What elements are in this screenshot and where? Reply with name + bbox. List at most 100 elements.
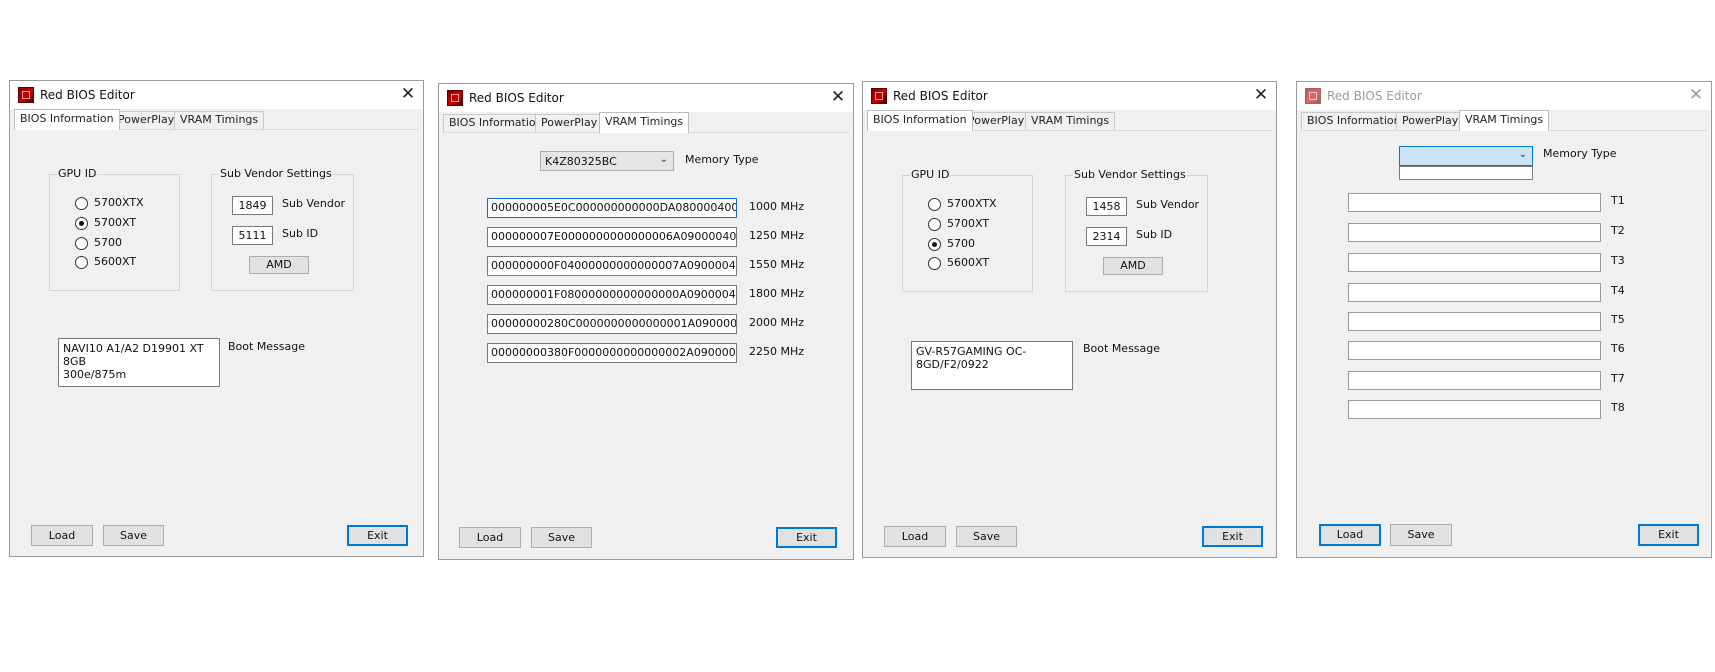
tab-bios-information[interactable]: BIOS Information (14, 109, 120, 130)
close-icon[interactable]: ✕ (1681, 82, 1711, 110)
tab-powerplay[interactable]: PowerPlay (535, 114, 604, 132)
radio-label: 5700 (947, 237, 975, 250)
radio-indicator (928, 198, 941, 211)
timing-t4-input[interactable] (1348, 283, 1601, 302)
save-button[interactable]: Save (531, 527, 592, 548)
timing-t3-label: T3 (1611, 254, 1625, 267)
load-button[interactable]: Load (459, 527, 521, 548)
timing-2250mhz-label: 2250 MHz (749, 345, 805, 358)
radio-indicator (928, 257, 941, 270)
tab-bios-information[interactable]: BIOS Information (867, 110, 973, 131)
sub-vendor-group: Sub Vendor Settings 1458 Sub Vendor 2314… (1065, 168, 1208, 292)
window-title: Red BIOS Editor (1327, 89, 1422, 103)
load-button[interactable]: Load (1319, 524, 1381, 546)
title-bar[interactable]: Red BIOS Editor ✕ (439, 84, 853, 112)
memory-type-dropdown[interactable]: ⌄ (1399, 146, 1533, 166)
memory-type-value: K4Z80325BC (545, 155, 617, 168)
timing-1000mhz-label: 1000 MHz (749, 200, 805, 213)
close-icon[interactable]: ✕ (1246, 82, 1276, 110)
close-icon[interactable]: ✕ (393, 81, 423, 109)
sub-id-label: Sub ID (282, 227, 319, 240)
sub-vendor-group: Sub Vendor Settings 1849 Sub Vendor 5111… (211, 167, 354, 291)
app-icon (1305, 88, 1321, 104)
timing-t1-input[interactable] (1348, 193, 1601, 212)
title-bar[interactable]: Red BIOS Editor ✕ (1297, 82, 1711, 110)
boot-message-input[interactable]: NAVI10 A1/A2 D19901 XT 8GB 300e/875m (58, 338, 220, 387)
tab-bios-information[interactable]: BIOS Information (1301, 112, 1407, 130)
timing-t6-input[interactable] (1348, 341, 1601, 360)
timing-1250mhz-input[interactable]: 000000007E0000000000000006A0900004002000 (487, 227, 737, 247)
timing-1800mhz-input[interactable]: 000000001F08000000000000000A090000400300… (487, 285, 737, 305)
load-button[interactable]: Load (31, 525, 93, 546)
timing-1550mhz-label: 1550 MHz (749, 258, 805, 271)
timing-1000mhz-input[interactable]: 000000005E0C000000000000DA08000040000000 (487, 198, 737, 218)
timing-2000mhz-input[interactable]: 00000000280C0000000000000001A09000040030… (487, 314, 737, 334)
radio-label: 5700 (94, 236, 122, 249)
tab-bios-information[interactable]: BIOS Information (443, 114, 549, 132)
timing-2250mhz-input[interactable]: 00000000380F0000000000000002A09000040030… (487, 343, 737, 363)
window-title: Red BIOS Editor (40, 88, 135, 102)
memory-type-label: Memory Type (1543, 147, 1617, 160)
timing-t5-input[interactable] (1348, 312, 1601, 331)
timing-t3-input[interactable] (1348, 253, 1601, 272)
amd-button[interactable]: AMD (1103, 257, 1163, 275)
tab-vram-timings[interactable]: VRAM Timings (1025, 112, 1116, 130)
radio-label: 5600XT (947, 256, 990, 269)
title-bar[interactable]: Red BIOS Editor ✕ (863, 82, 1276, 110)
exit-button[interactable]: Exit (347, 525, 408, 546)
sub-id-input[interactable]: 2314 (1086, 227, 1127, 246)
sub-vendor-settings-label: Sub Vendor Settings (1073, 168, 1187, 181)
exit-button[interactable]: Exit (1202, 526, 1263, 547)
timing-t2-input[interactable] (1348, 223, 1601, 242)
radio-indicator (75, 256, 88, 269)
tab-vram-timings[interactable]: VRAM Timings (599, 112, 690, 133)
radio-label: 5700XTX (947, 197, 997, 210)
close-icon[interactable]: ✕ (823, 84, 853, 112)
save-button[interactable]: Save (1390, 524, 1452, 546)
radio-label: 5700XT (94, 216, 137, 229)
save-button[interactable]: Save (956, 526, 1017, 547)
tab-vram-timings[interactable]: VRAM Timings (174, 111, 265, 129)
title-bar[interactable]: Red BIOS Editor ✕ (10, 81, 423, 109)
editor-window-2: Red BIOS Editor ✕ BIOS Information Power… (438, 83, 854, 560)
editor-window-3: Red BIOS Editor ✕ BIOS Information Power… (862, 81, 1277, 558)
boot-message-label: Boot Message (228, 340, 306, 353)
timing-t8-input[interactable] (1348, 400, 1601, 419)
chevron-down-icon: ⌄ (1518, 149, 1527, 160)
exit-button[interactable]: Exit (776, 527, 837, 548)
radio-label: 5600XT (94, 255, 137, 268)
amd-button[interactable]: AMD (249, 256, 309, 274)
tab-vram-timings[interactable]: VRAM Timings (1459, 110, 1550, 131)
load-button[interactable]: Load (884, 526, 946, 547)
tab-powerplay[interactable]: PowerPlay (1396, 112, 1465, 130)
memory-type-dropdown-list[interactable] (1399, 166, 1533, 180)
sub-vendor-input[interactable]: 1849 (232, 196, 273, 215)
timing-1550mhz-input[interactable]: 000000000F04000000000000007A090000400300… (487, 256, 737, 276)
tab-panel: K4Z80325BC ⌄ Memory Type 000000005E0C000… (443, 132, 849, 555)
gpu-id-group: GPU ID 5700XTX 5700XT 5700 5600XT (902, 168, 1033, 292)
timing-t5-label: T5 (1611, 313, 1625, 326)
sub-vendor-input[interactable]: 1458 (1086, 197, 1127, 216)
timing-t4-label: T4 (1611, 284, 1625, 297)
boot-message-label: Boot Message (1083, 342, 1161, 355)
app-icon (18, 87, 34, 103)
sub-id-input[interactable]: 5111 (232, 226, 273, 245)
save-button[interactable]: Save (103, 525, 164, 546)
radio-indicator-selected (75, 217, 88, 230)
radio-indicator (75, 237, 88, 250)
gpu-id-group: GPU ID 5700XTX 5700XT 5700 5600XT (49, 167, 180, 291)
chevron-down-icon: ⌄ (659, 154, 668, 165)
boot-message-input[interactable]: GV-R57GAMING OC- 8GD/F2/0922 (911, 341, 1073, 390)
editor-window-4: Red BIOS Editor ✕ BIOS Information Power… (1296, 81, 1712, 558)
app-icon (447, 90, 463, 106)
window-title: Red BIOS Editor (893, 89, 988, 103)
sub-vendor-settings-label: Sub Vendor Settings (219, 167, 333, 180)
timing-t2-label: T2 (1611, 224, 1625, 237)
timing-t8-label: T8 (1611, 401, 1625, 414)
exit-button[interactable]: Exit (1638, 524, 1699, 546)
tab-powerplay[interactable]: PowerPlay (112, 111, 181, 129)
memory-type-dropdown[interactable]: K4Z80325BC ⌄ (540, 151, 674, 171)
timing-t7-input[interactable] (1348, 371, 1601, 390)
window-title: Red BIOS Editor (469, 91, 564, 105)
memory-type-label: Memory Type (685, 153, 759, 166)
